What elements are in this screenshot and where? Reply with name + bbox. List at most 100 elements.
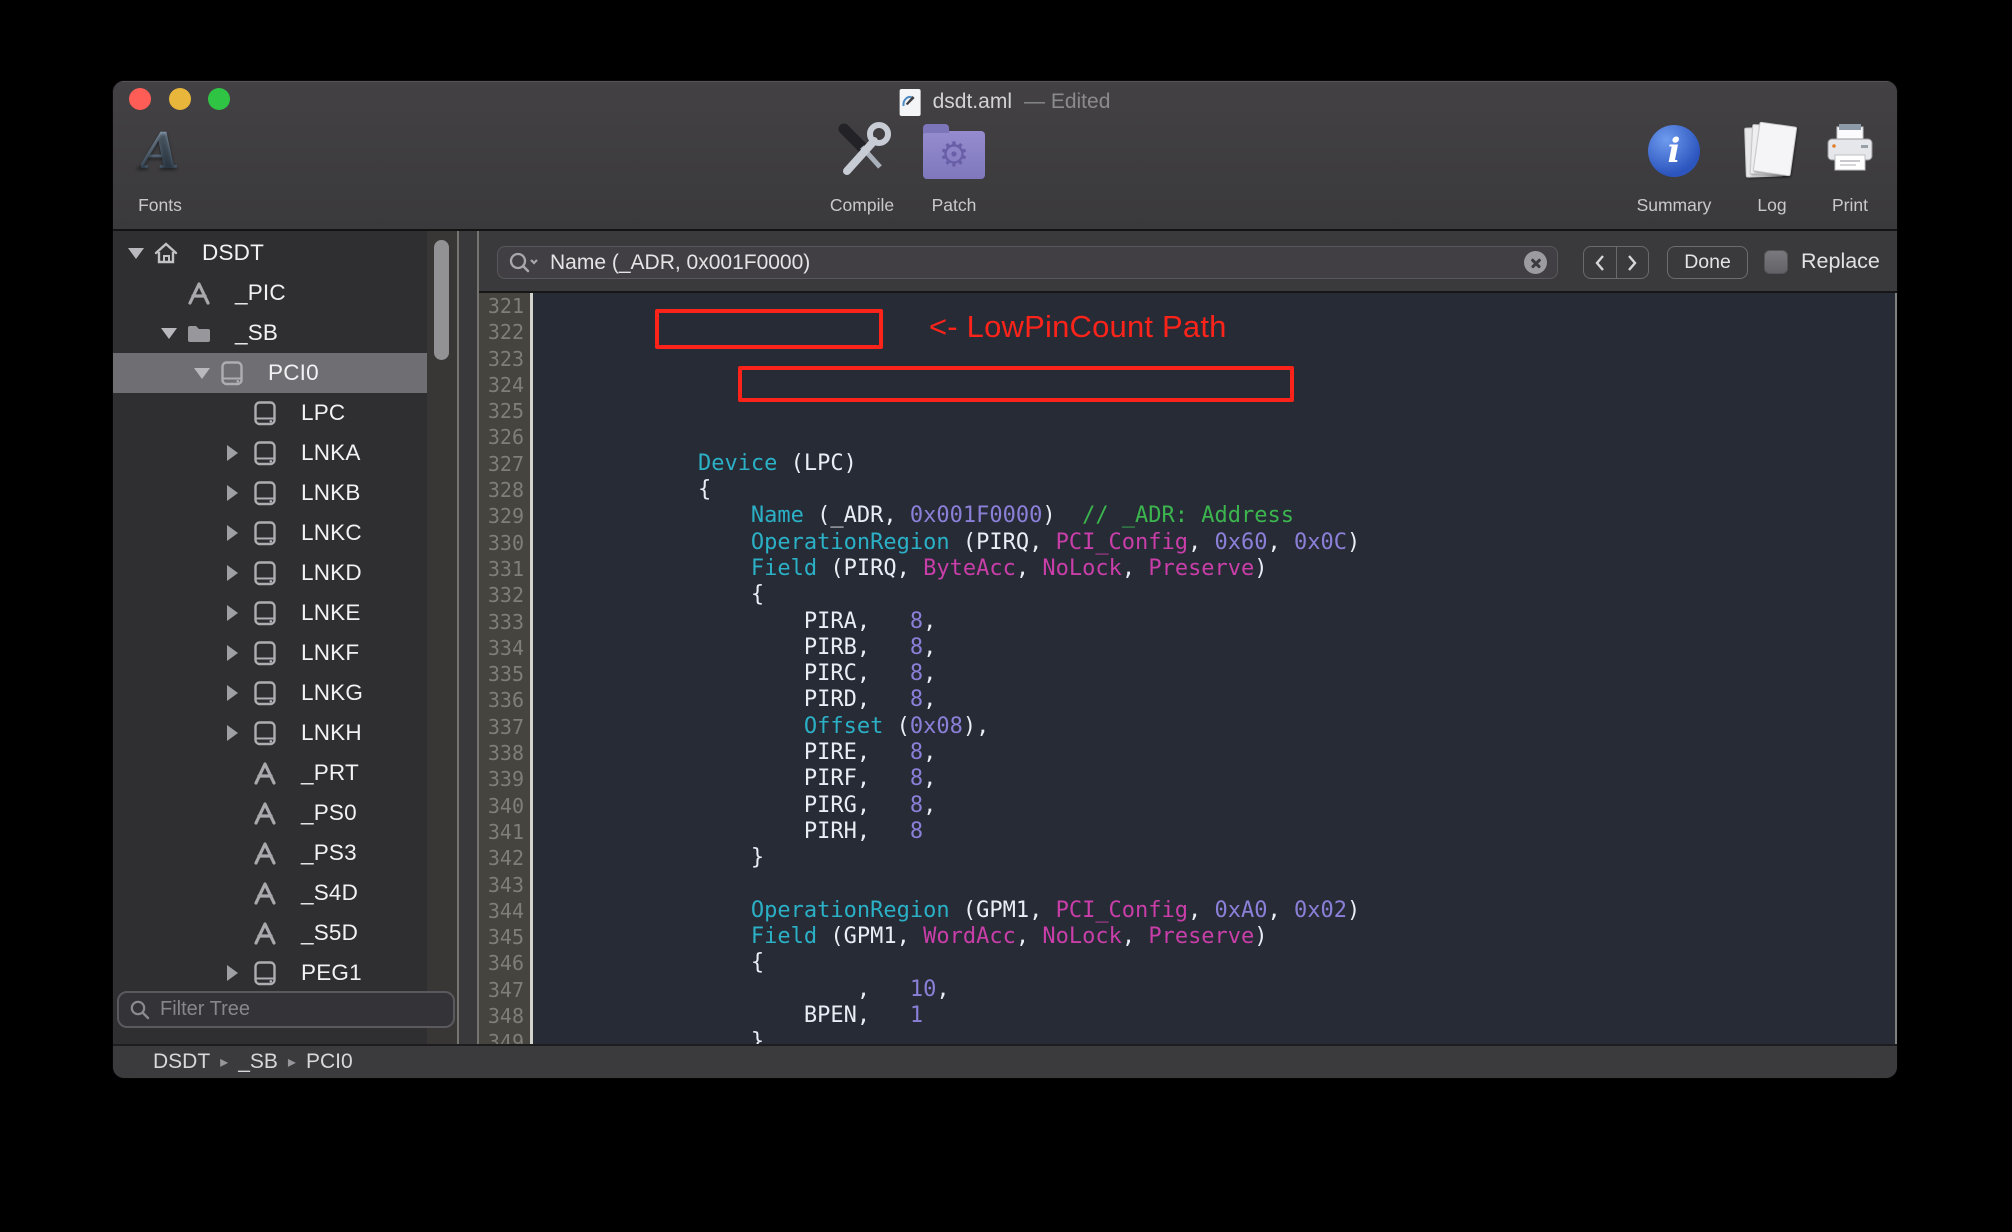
find-next-button[interactable] [1617,247,1649,278]
line-number: 347 [487,977,524,1002]
document-icon [899,88,921,116]
replace-checkbox[interactable] [1764,250,1788,274]
line-number: 335 [487,662,524,687]
sidebar-item-_sb[interactable]: _SB [113,313,427,353]
sidebar-item-_ps0[interactable]: _PS0 [113,793,427,833]
tree-item-label: LNKG [301,680,364,705]
clear-search-icon[interactable] [1524,251,1547,274]
tree-item-label: DSDT [202,240,265,265]
search-icon [130,1000,150,1019]
device-icon [251,599,279,627]
code-line: PIRH, 8 [803,818,924,844]
sidebar-item-lnkf[interactable]: LNKF [113,633,427,673]
tree-item-label: _PS3 [301,840,357,865]
breadcrumb-item-pci0[interactable]: PCI0 [306,1050,353,1074]
line-number: 322 [487,320,524,345]
tree-item-label: _SB [235,320,279,345]
line-number: 349 [487,1030,524,1044]
desktop: dsdt.aml — Edited A Fonts Compile ⚙ Patc… [0,0,2012,1232]
line-number: 345 [487,925,524,950]
disclosure-right-icon[interactable] [227,725,238,741]
done-button[interactable]: Done [1667,246,1748,279]
filter-tree-field[interactable]: Filter Tree [117,991,455,1028]
sidebar-item-_prt[interactable]: _PRT [113,753,427,793]
code-line: Field (PIRQ, ByteAcc, NoLock, Preserve) [750,555,1268,581]
line-number: 324 [487,372,524,397]
disclosure-right-icon[interactable] [227,965,238,981]
find-query-text[interactable]: Name (_ADR, 0x001F0000) [550,251,1524,275]
disclosure-right-icon[interactable] [227,685,238,701]
find-field[interactable]: Name (_ADR, 0x001F0000) [497,246,1558,279]
sidebar-item-lnkh[interactable]: LNKH [113,713,427,753]
sidebar-item-peg1[interactable]: PEG1 [113,953,427,993]
code-line: Offset (0x08), [803,713,990,739]
sidebar-item-lnkg[interactable]: LNKG [113,673,427,713]
method-icon [251,839,279,867]
sidebar-item-lnke[interactable]: LNKE [113,593,427,633]
disclosure-down-icon[interactable] [194,368,210,379]
minimize-button[interactable] [169,88,191,110]
sidebar-item-lnkd[interactable]: LNKD [113,553,427,593]
line-number: 325 [487,399,524,424]
disclosure-right-icon[interactable] [227,565,238,581]
zoom-button[interactable] [208,88,230,110]
patch-folder-icon: ⚙ [923,124,985,179]
code-line: OperationRegion (GPM1, PCI_Config, 0xA0,… [750,897,1361,923]
code-line: { [750,950,765,976]
line-number: 342 [487,846,524,871]
disclosure-right-icon[interactable] [227,485,238,501]
line-number: 330 [487,530,524,555]
code-line: PIRB, 8, [803,634,937,660]
line-number: 321 [487,294,524,318]
line-number: 339 [487,767,524,792]
breadcrumb-item-dsdt[interactable]: DSDT [153,1050,210,1074]
tree-item-label: PCI0 [268,360,319,385]
pane-splitter[interactable] [459,231,821,1044]
toolbar-patch[interactable]: ⚙ Patch [894,117,1014,216]
sidebar-item-dsdt[interactable]: DSDT [113,233,427,273]
sidebar-item-_s5d[interactable]: _S5D [113,913,427,953]
sidebar-item-_ps3[interactable]: _PS3 [113,833,427,873]
sidebar-item-lnkc[interactable]: LNKC [113,513,427,553]
sidebar-item-_s4d[interactable]: _S4D [113,873,427,913]
toolbar-print[interactable]: Print [1790,117,1897,216]
editor-pane: Name (_ADR, 0x001F0000) Done Replace 321… [479,231,1897,1044]
code-line: PIRE, 8, [803,740,937,766]
tree-item-label: LNKB [301,480,361,505]
code-line: PIRG, 8, [803,792,937,818]
sidebar-item-pci0[interactable]: PCI0 [113,353,427,393]
sidebar-item-lpc[interactable]: LPC [113,393,427,433]
tree-item-label: _PIC [235,280,286,305]
sidebar-item-_pic[interactable]: _PIC [113,273,427,313]
device-icon [251,439,279,467]
toolbar-fonts[interactable]: A Fonts [113,117,220,216]
find-previous-button[interactable] [1584,247,1617,278]
method-icon [251,759,279,787]
close-button[interactable] [129,88,151,110]
disclosure-down-icon[interactable] [161,328,177,339]
search-menu-icon[interactable] [508,251,540,275]
disclosure-right-icon[interactable] [227,445,238,461]
disclosure-down-icon[interactable] [128,248,144,259]
code-line: Device (LPC) [697,450,857,476]
breadcrumb-bar: DSDT ▸ _SB ▸ PCI0 [113,1044,1897,1078]
line-number: 340 [487,793,524,818]
line-number: 336 [487,688,524,713]
sidebar-item-lnka[interactable]: LNKA [113,433,427,473]
sidebar-item-lnkb[interactable]: LNKB [113,473,427,513]
tree-item-label: LNKC [301,520,362,545]
method-icon [185,279,213,307]
disclosure-right-icon[interactable] [227,525,238,541]
chevron-right-icon [1628,254,1637,271]
main-area: DSDT _PIC _SB PCI0 LPC LNKA LNKB LNKC LNKD LNKE LN… [113,231,1897,1044]
device-icon [251,719,279,747]
code-text-area[interactable]: <- LowPinCount Path Device (LPC) { Name … [533,293,1897,1044]
disclosure-right-icon[interactable] [227,605,238,621]
line-number: 334 [487,635,524,660]
find-bar: Name (_ADR, 0x001F0000) Done Replace [479,231,1897,293]
breadcrumb-item-_sb[interactable]: _SB [238,1050,278,1074]
disclosure-right-icon[interactable] [227,645,238,661]
tree-item-label: _S4D [301,880,359,905]
sidebar-scroll-thumb[interactable] [434,240,449,360]
